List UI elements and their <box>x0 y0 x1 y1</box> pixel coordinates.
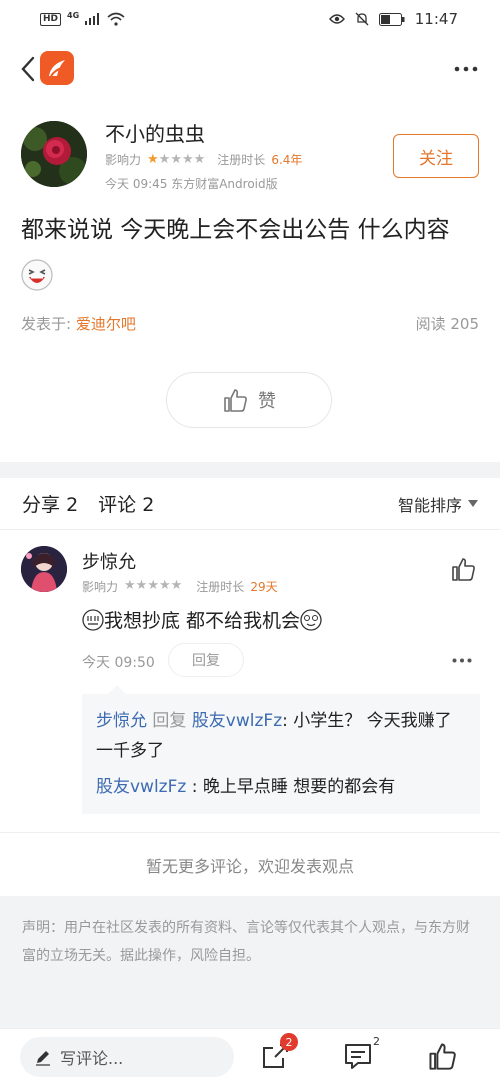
laughing-emoji-icon <box>21 258 53 291</box>
pencil-icon <box>36 1051 50 1066</box>
comment-count-badge: 2 <box>373 1035 380 1048</box>
bottom-bar: 写评论... 2 2 <box>0 1028 500 1083</box>
read-count: 205 <box>450 315 479 333</box>
reply-box-pointer <box>108 685 126 694</box>
influence-stars: ★★★★★ <box>147 152 206 167</box>
like-button[interactable]: 赞 <box>166 372 332 428</box>
reply-verb: 回复 <box>152 711 187 731</box>
comment-time: 今天 09:50 <box>82 655 155 671</box>
reply-from[interactable]: 步惊允 <box>96 711 147 731</box>
wifi-icon <box>107 12 125 26</box>
thumbs-up-icon <box>452 558 475 581</box>
comment-input[interactable]: 写评论... <box>20 1037 234 1077</box>
disclaimer: 声明：用户在社区发表的所有资料、言论等仅代表其个人观点，与东方财富的立场无关。据… <box>0 896 500 1028</box>
signal-icon <box>85 13 100 25</box>
commenter-reg-value: 29天 <box>250 580 278 594</box>
status-bar: HD 4G 11:47 <box>0 0 500 38</box>
tab-share[interactable]: 分享 2 <box>22 490 78 517</box>
bottom-like-button[interactable] <box>427 1041 459 1073</box>
forum-link[interactable]: 爱迪尔吧 <box>76 315 136 333</box>
comment-tab-count: 2 <box>142 494 155 516</box>
comments-header: 分享 2 评论 2 智能排序 <box>0 478 500 530</box>
mute-bell-icon <box>355 12 369 26</box>
reg-label: 注册时长 <box>217 153 266 167</box>
dizzy-emoji-icon <box>300 608 322 631</box>
reply-to[interactable]: 股友vwlzFz <box>192 711 282 731</box>
reply-from[interactable]: 股友vwlzFz <box>96 777 186 797</box>
comment-input-placeholder: 写评论... <box>60 1049 124 1068</box>
tab-comments[interactable]: 评论 2 <box>98 490 154 517</box>
read-label: 阅读 <box>415 315 446 333</box>
reply-item[interactable]: 股友vwlzFz : 晚上早点睡 想要的都会有 <box>96 772 466 802</box>
sort-dropdown[interactable]: 智能排序 <box>398 492 478 516</box>
thumbs-up-icon <box>429 1043 456 1070</box>
guba-logo-icon <box>49 60 65 77</box>
comment-tab-label: 评论 <box>98 494 137 516</box>
clock: 11:47 <box>414 10 458 28</box>
post-header: 不小的虫虫 影响力 ★★★★★ 注册时长 6.4年 今天 09:45 东方财富A… <box>21 118 481 198</box>
reply-item[interactable]: 步惊允 回复 股友vwlzFz: 小学生？ 今天我赚了一千多了 <box>96 706 466 766</box>
frustrated-emoji-icon <box>82 608 104 631</box>
caret-down-icon <box>468 500 478 507</box>
more-horizontal-icon <box>454 66 478 72</box>
eye-icon <box>328 14 345 24</box>
influence-label: 影响力 <box>105 153 142 167</box>
anime-avatar-image <box>21 546 67 592</box>
comment-like-button[interactable] <box>450 556 478 584</box>
avatar[interactable] <box>21 121 87 187</box>
post-footer: 发表于: 爱迪尔吧 阅读 205 <box>21 313 479 334</box>
back-button[interactable] <box>14 49 42 89</box>
follow-button[interactable]: 关注 <box>393 134 479 178</box>
comment-text: 我想抄底 都不给我机会 <box>104 610 301 632</box>
post-time: 今天 09:45 东方财富Android版 <box>105 177 278 191</box>
thumbs-up-icon <box>224 389 247 412</box>
battery-icon <box>378 12 405 26</box>
post-content: 都来说说 今天晚上会不会出公告 什么内容 <box>21 206 481 302</box>
comment-item: 步惊允 影响力 ★★★★★ 注册时长 29天 我想抄底 都不给我机会 今天 09… <box>0 540 500 830</box>
reg-value: 6.4年 <box>271 153 303 167</box>
section-divider <box>0 462 500 478</box>
chevron-left-icon <box>21 56 35 82</box>
replies-box: 步惊允 回复 股友vwlzFz: 小学生？ 今天我赚了一千多了 股友vwlzFz… <box>82 694 480 814</box>
comment-text-row: 我想抄底 都不给我机会 <box>82 606 322 633</box>
like-label: 赞 <box>258 391 276 412</box>
rose-avatar-image <box>21 121 87 187</box>
app-logo[interactable] <box>40 51 74 85</box>
posted-in-label: 发表于: <box>21 315 72 333</box>
share-count-badge: 2 <box>280 1033 298 1051</box>
share-tab-count: 2 <box>66 494 79 516</box>
comments-button[interactable]: 2 <box>343 1035 380 1073</box>
hd-indicator: HD <box>40 12 62 26</box>
commenter-influence-label: 影响力 <box>82 580 119 594</box>
commenter-meta: 影响力 ★★★★★ 注册时长 29天 <box>82 578 278 595</box>
sort-label: 智能排序 <box>397 495 462 515</box>
share-button[interactable]: 2 <box>260 1033 298 1073</box>
share-tab-label: 分享 <box>22 494 61 516</box>
more-options-button[interactable] <box>446 49 486 89</box>
author-name[interactable]: 不小的虫虫 <box>105 118 205 147</box>
commenter-influence-stars: ★★★★★ <box>124 578 183 593</box>
comment-more-button[interactable] <box>448 646 476 674</box>
network-type: 4G <box>67 10 80 20</box>
comment-icon <box>345 1044 371 1069</box>
top-nav <box>0 44 500 94</box>
reply-button[interactable]: 回复 <box>168 643 244 677</box>
commenter-avatar[interactable] <box>21 546 67 592</box>
no-more-comments: 暂无更多评论，欢迎发表观点 <box>0 832 500 896</box>
more-horizontal-icon <box>452 658 472 662</box>
post-text: 都来说说 今天晚上会不会出公告 什么内容 <box>21 217 450 243</box>
commenter-reg-label: 注册时长 <box>196 580 245 594</box>
reply-text: 晚上早点睡 想要的都会有 <box>202 777 396 797</box>
commenter-name[interactable]: 步惊允 <box>82 548 136 574</box>
author-meta: 影响力 ★★★★★ 注册时长 6.4年 <box>105 151 302 168</box>
